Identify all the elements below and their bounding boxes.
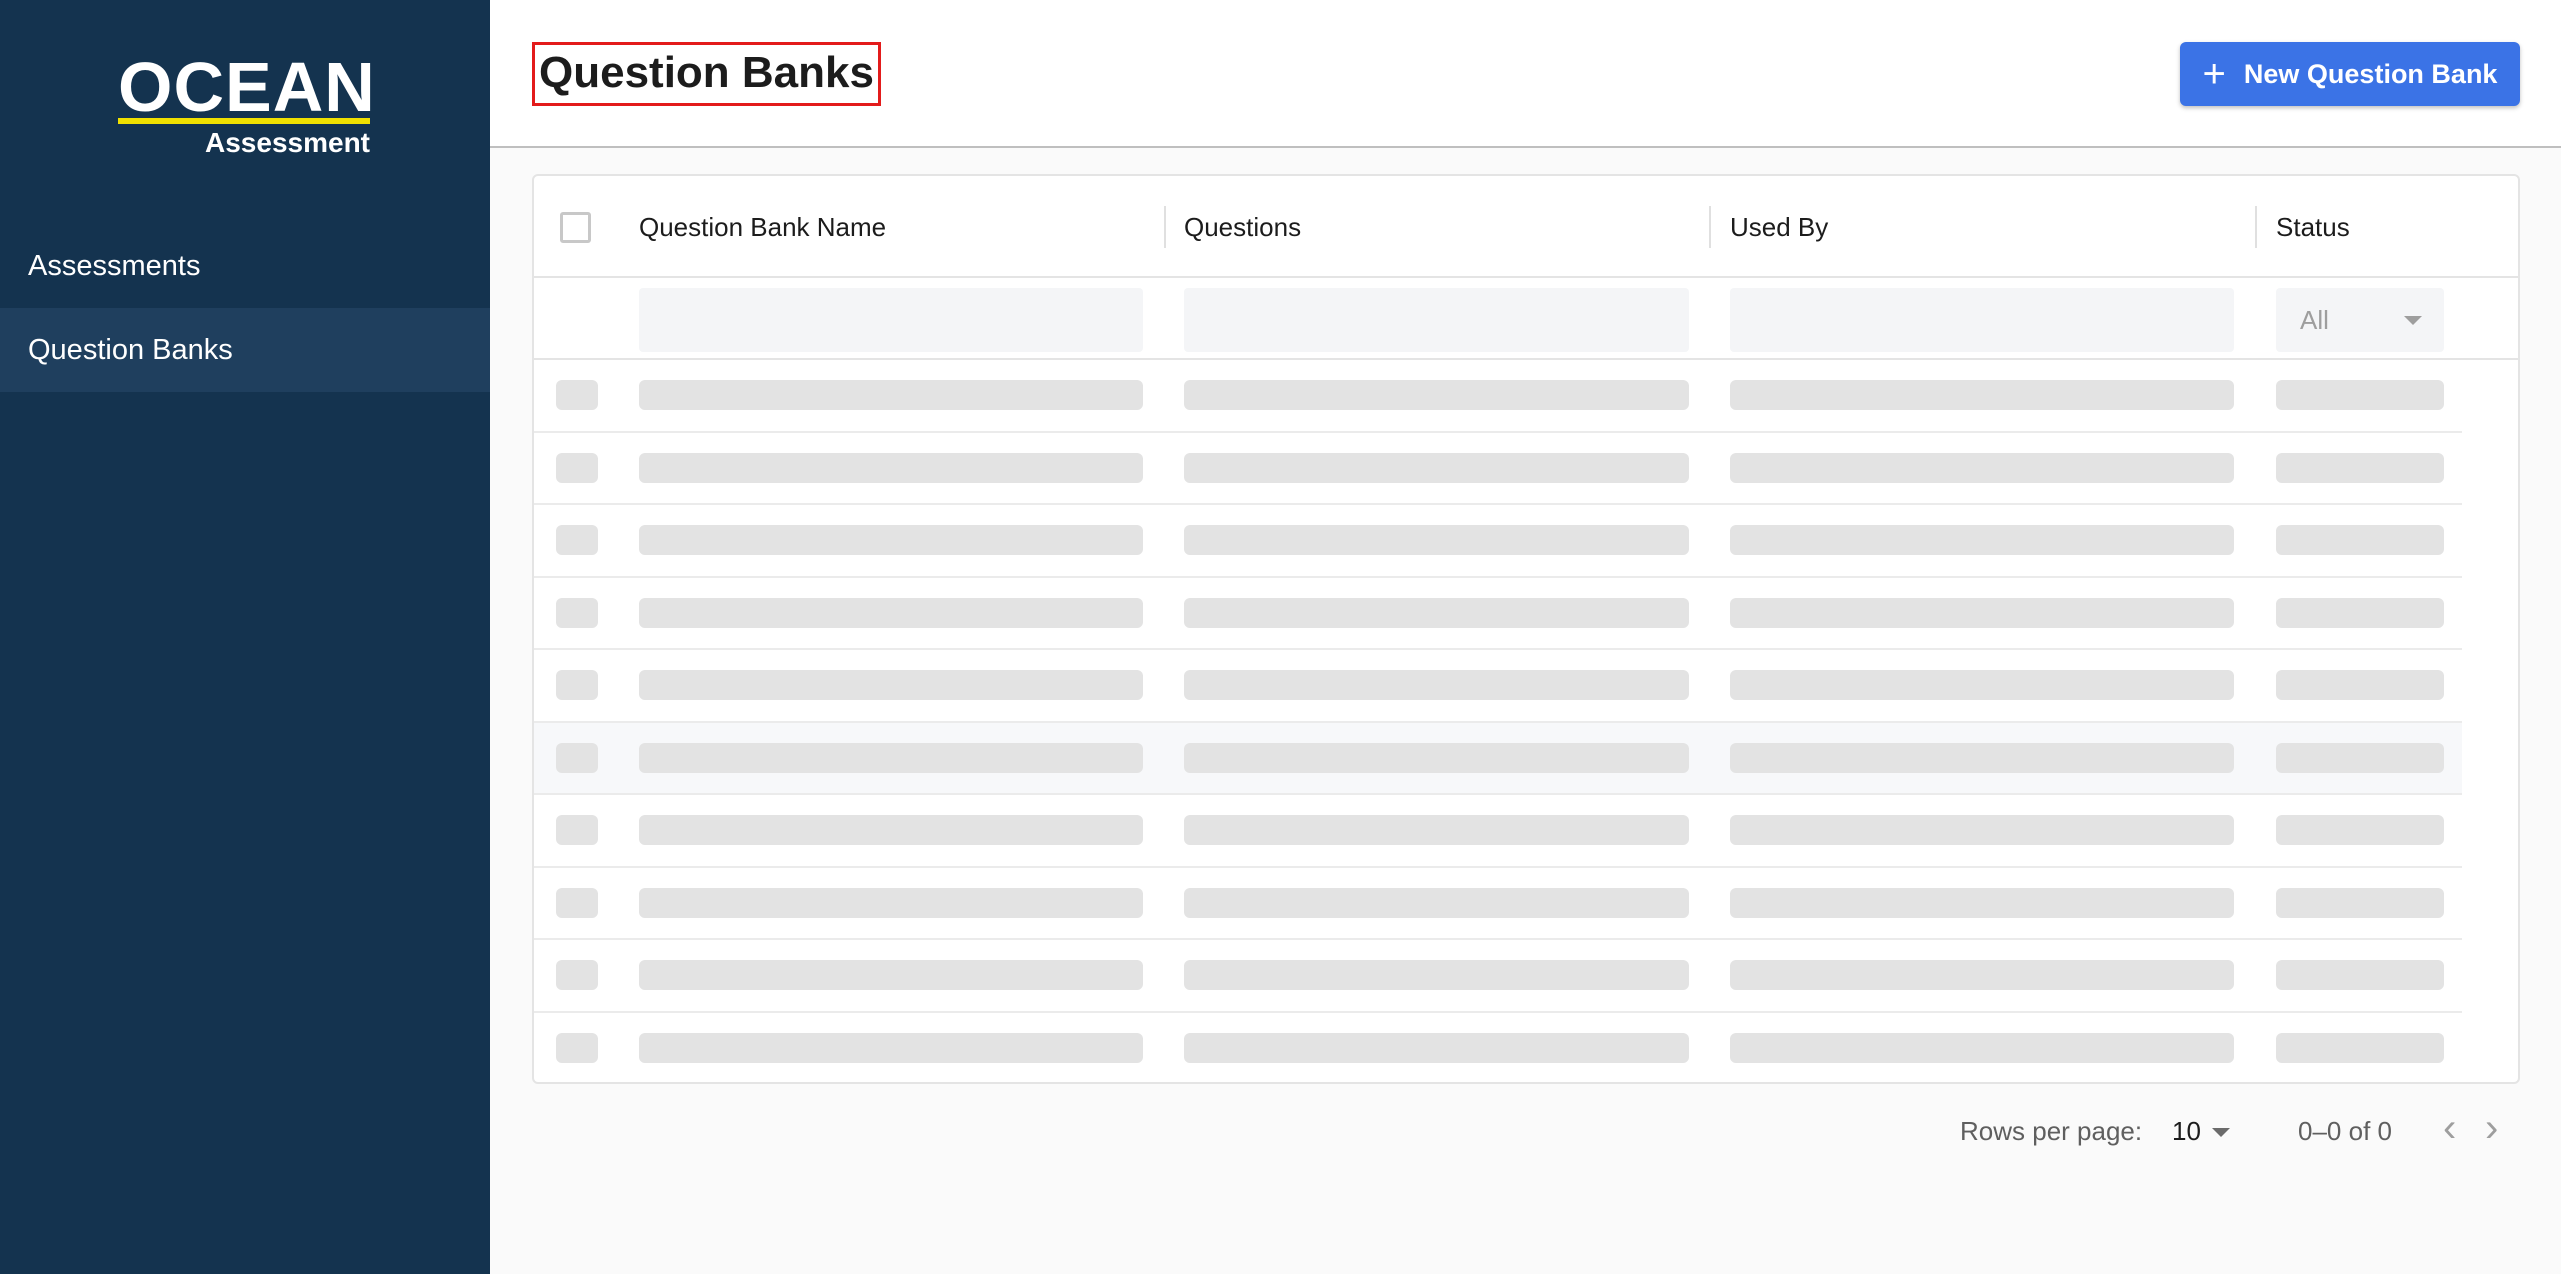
used-by-filter-input[interactable] [1730, 288, 2234, 352]
skeleton-cell [1184, 452, 1689, 483]
caret-down-icon [2404, 316, 2422, 325]
select-all-checkbox[interactable] [560, 212, 591, 243]
filter-row: All [534, 278, 2518, 360]
logo-word: OCEAN [118, 48, 376, 126]
skeleton-cell [556, 1032, 598, 1063]
skeleton-cell [639, 815, 1143, 845]
chevron-left-icon[interactable]: ‹ [2443, 1106, 2456, 1150]
skeleton-cell [556, 380, 598, 410]
table-row[interactable] [534, 360, 2462, 433]
column-separator[interactable] [1164, 206, 1166, 248]
questions-filter-input[interactable] [1184, 288, 1689, 352]
skeleton-cell [556, 670, 598, 700]
table-row[interactable] [534, 505, 2462, 578]
table-row[interactable] [534, 940, 2462, 1013]
skeleton-cell [2276, 670, 2444, 700]
table-row[interactable] [534, 433, 2462, 505]
page-title: Question Banks [532, 42, 881, 106]
skeleton-cell [639, 960, 1143, 990]
chevron-right-icon[interactable]: › [2485, 1106, 2498, 1150]
pagination: Rows per page: 10 0–0 of 0 ‹ › [490, 1096, 2561, 1166]
skeleton-cell [1730, 670, 2234, 700]
skeleton-cell [556, 597, 598, 628]
table-row[interactable] [534, 650, 2462, 723]
page-header: Question Banks + New Question Bank [490, 0, 2561, 148]
skeleton-cell [1184, 380, 1689, 410]
skeleton-cell [1184, 815, 1689, 845]
skeleton-cell [2276, 525, 2444, 555]
column-header-questions[interactable]: Questions [1184, 176, 1301, 278]
skeleton-cell [1730, 525, 2234, 555]
skeleton-cell [1730, 452, 2234, 483]
rows-per-page-label: Rows per page: [1960, 1116, 2143, 1146]
skeleton-cell [1730, 380, 2234, 410]
skeleton-cell [639, 452, 1143, 483]
column-separator[interactable] [1709, 206, 1711, 248]
skeleton-cell [639, 887, 1143, 918]
table-row[interactable] [534, 868, 2462, 940]
question-banks-table: Question Bank Name Questions Used By Sta… [532, 174, 2520, 1084]
skeleton-cell [1730, 960, 2234, 990]
skeleton-cell [2276, 960, 2444, 990]
skeleton-cell [1184, 525, 1689, 555]
table-row[interactable] [534, 722, 2462, 795]
status-filter-value: All [2300, 305, 2329, 335]
table-header: Question Bank Name Questions Used By Sta… [534, 176, 2518, 278]
skeleton-cell [639, 742, 1143, 773]
skeleton-cell [2276, 380, 2444, 410]
skeleton-cell [556, 742, 598, 773]
main-content: Question Banks + New Question Bank Quest… [490, 0, 2561, 1274]
skeleton-cell [1730, 1032, 2234, 1063]
skeleton-cell [1184, 742, 1689, 773]
sidebar: OCEAN Assessment Assessments Question Ba… [0, 0, 490, 1274]
table-row[interactable] [534, 1013, 2462, 1083]
column-header-status[interactable]: Status [2276, 176, 2350, 278]
skeleton-cell [1184, 1032, 1689, 1063]
rows-per-page-select[interactable]: 10 [2172, 1116, 2201, 1147]
skeleton-cell [1730, 887, 2234, 918]
skeleton-cell [1730, 597, 2234, 628]
pagination-range: 0–0 of 0 [2298, 1116, 2392, 1146]
caret-down-icon[interactable] [2212, 1128, 2230, 1137]
column-separator[interactable] [2255, 206, 2257, 248]
skeleton-cell [1730, 815, 2234, 845]
skeleton-cell [556, 960, 598, 990]
sidebar-item-assessments[interactable]: Assessments [0, 224, 490, 308]
skeleton-cell [2276, 597, 2444, 628]
skeleton-cell [639, 1032, 1143, 1063]
skeleton-cell [2276, 815, 2444, 845]
skeleton-cell [2276, 1032, 2444, 1063]
skeleton-cell [2276, 742, 2444, 773]
status-filter-select[interactable]: All [2276, 288, 2444, 352]
sidebar-nav: Assessments Question Banks [0, 224, 490, 392]
skeleton-cell [639, 670, 1143, 700]
skeleton-cell [639, 380, 1143, 410]
skeleton-cell [1184, 960, 1689, 990]
skeleton-cell [556, 815, 598, 845]
ocean-logo[interactable]: OCEAN Assessment [118, 52, 375, 158]
skeleton-cell [556, 887, 598, 918]
skeleton-cell [1184, 670, 1689, 700]
table-row[interactable] [534, 795, 2462, 868]
column-header-used-by[interactable]: Used By [1730, 176, 1828, 278]
skeleton-cell [639, 597, 1143, 628]
skeleton-cell [1184, 887, 1689, 918]
table-body [534, 360, 2518, 1083]
skeleton-cell [1730, 742, 2234, 773]
name-filter-input[interactable] [639, 288, 1143, 352]
column-header-name[interactable]: Question Bank Name [639, 176, 886, 278]
skeleton-cell [639, 525, 1143, 555]
skeleton-cell [2276, 452, 2444, 483]
logo-underline [118, 118, 370, 124]
new-question-bank-label: New Question Bank [2243, 58, 2498, 89]
sidebar-item-question-banks[interactable]: Question Banks [0, 308, 490, 392]
table-row[interactable] [534, 578, 2462, 650]
new-question-bank-button[interactable]: + New Question Bank [2180, 42, 2520, 106]
skeleton-cell [1184, 597, 1689, 628]
skeleton-cell [556, 452, 598, 483]
logo-subtitle: Assessment [205, 127, 370, 158]
plus-icon: + [2202, 52, 2226, 96]
skeleton-cell [556, 525, 598, 555]
skeleton-cell [2276, 887, 2444, 918]
